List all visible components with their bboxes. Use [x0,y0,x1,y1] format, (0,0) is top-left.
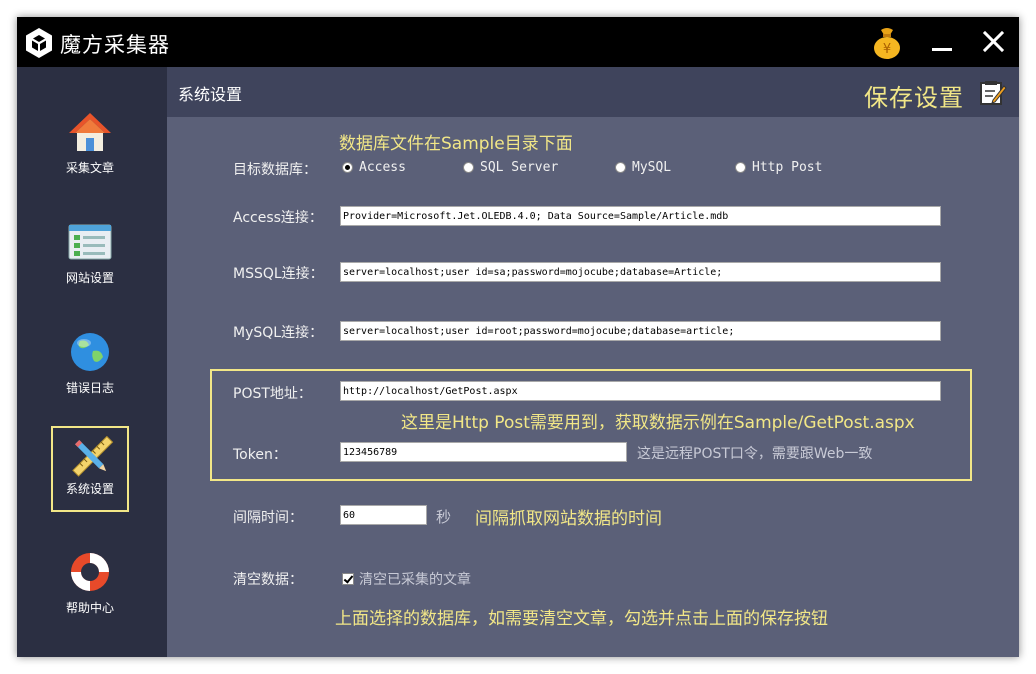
radio-http-post[interactable]: Http Post [735,160,822,175]
sidebar-item-label: 采集文章 [65,161,114,175]
radio-mysql[interactable]: MySQL [615,160,671,175]
radio-access-dot[interactable] [342,162,353,173]
home-icon [69,113,111,151]
radio-mysql-dot[interactable] [615,162,626,173]
save-notepad-icon[interactable] [979,80,1007,106]
sidebar-item-label: 帮助中心 [65,601,114,615]
sidebar-item-error-log[interactable]: 错误日志 [51,325,129,411]
radio-sql-server-label: SQL Server [480,160,559,175]
post-url-label: POST地址： [233,386,312,402]
token-input[interactable] [340,442,627,462]
app-window: 魔方采集器 ¥ 采集文章 网站设置 错误日志 系统设置 帮助中心 系统设置 保存… [17,17,1019,657]
sidebar-item-label: 系统设置 [65,482,114,496]
sidebar-item-label: 网站设置 [65,271,114,285]
clear-data-note: 上面选择的数据库，如需要清空文章，勾选并点击上面的保存按钮 [335,609,828,629]
interval-input[interactable] [340,505,427,525]
target-database-label: 目标数据库： [233,162,317,178]
page-title: 系统设置 [178,85,243,104]
sidebar-item-system-settings[interactable]: 系统设置 [51,426,129,512]
radio-sql-server[interactable]: SQL Server [463,160,558,175]
clear-data-label: 清空数据： [233,572,303,588]
minimize-button[interactable] [929,25,957,59]
close-button[interactable] [979,27,1009,57]
radio-http-post-label: Http Post [752,160,823,175]
access-connection-label: Access连接： [233,210,323,226]
money-bag-icon[interactable]: ¥ [869,24,905,60]
sidebar-item-help-center[interactable]: 帮助中心 [51,545,129,631]
radio-http-post-dot[interactable] [735,162,746,173]
sidebar-item-site-settings[interactable]: 网站设置 [51,215,129,301]
lifebuoy-icon [71,553,109,591]
token-label: Token： [233,447,287,463]
interval-label: 间隔时间： [233,510,303,526]
radio-access[interactable]: Access [342,160,406,175]
sidebar: 采集文章 网站设置 错误日志 系统设置 帮助中心 [17,67,167,657]
clear-articles-checkbox[interactable] [342,573,354,585]
globe-icon [71,333,109,371]
content-header: 系统设置 保存设置 [167,67,1019,117]
radio-mysql-label: MySQL [632,160,672,175]
interval-note: 间隔抓取网站数据的时间 [475,509,662,529]
mssql-connection-input[interactable] [340,262,941,282]
sidebar-item-label: 错误日志 [65,381,114,395]
svg-text:¥: ¥ [883,42,891,57]
radio-access-label: Access [359,160,406,175]
title-bar: 魔方采集器 ¥ [17,17,1019,67]
save-settings-button[interactable]: 保存设置 [864,78,964,113]
mssql-connection-label: MSSQL连接： [233,266,324,282]
radio-sql-server-dot[interactable] [463,162,474,173]
app-title: 魔方采集器 [60,33,170,57]
settings-list-icon [68,224,112,260]
cube-logo-icon [26,28,52,58]
access-connection-input[interactable] [340,206,941,226]
interval-unit: 秒 [436,508,452,526]
database-note: 数据库文件在Sample目录下面 [339,134,573,154]
token-hint: 这是远程POST口令，需要跟Web一致 [637,446,873,462]
post-url-input[interactable] [340,381,941,401]
pencil-ruler-icon [72,436,114,477]
mysql-connection-label: MySQL连接： [233,325,324,341]
clear-articles-checkbox-label[interactable]: 清空已采集的文章 [359,569,471,589]
sidebar-item-collect-articles[interactable]: 采集文章 [51,105,129,191]
http-post-note: 这里是Http Post需要用到，获取数据示例在Sample/GetPost.a… [401,413,915,433]
mysql-connection-input[interactable] [340,321,941,341]
